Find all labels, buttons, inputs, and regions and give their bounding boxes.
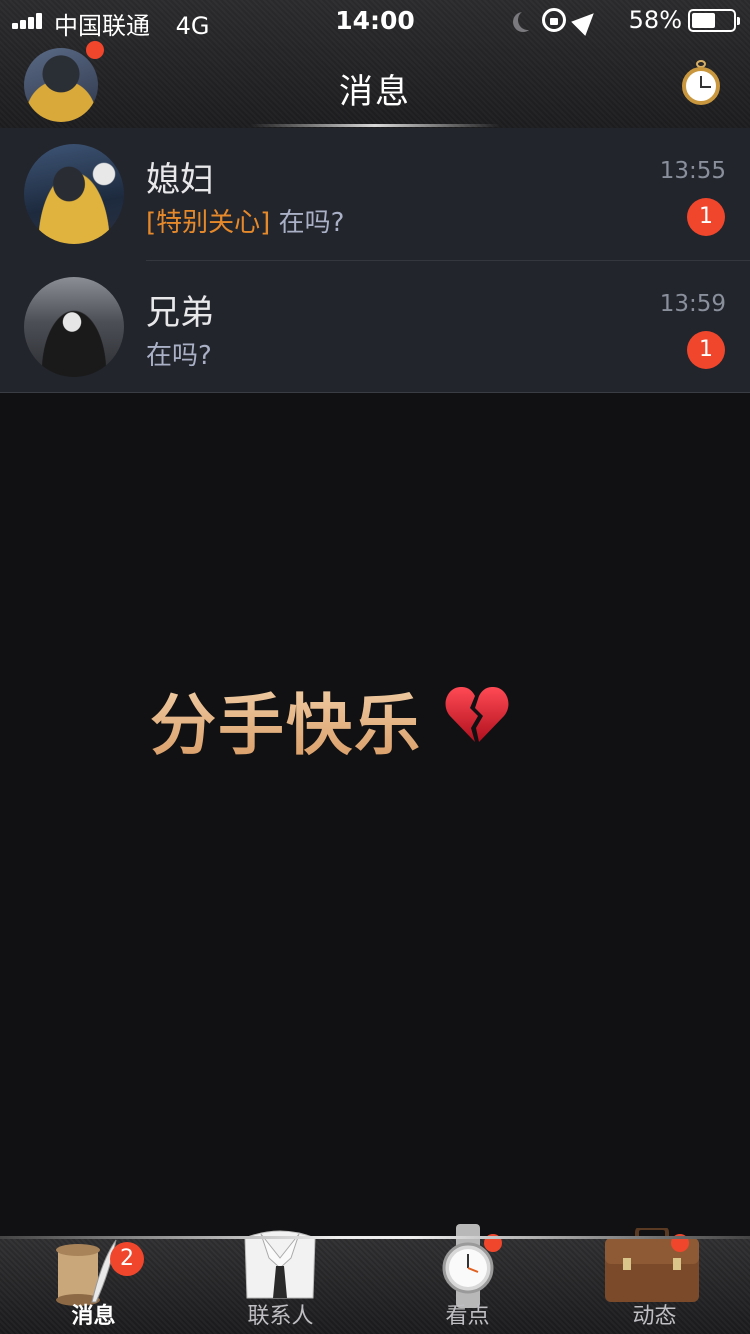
message-preview: 在吗? [146,335,212,372]
tab-label: 看点 [445,1304,490,1329]
moon-icon [518,10,538,30]
location-arrow-icon [571,6,601,36]
tab-label: 联系人 [247,1304,314,1329]
tab-label: 消息 [71,1304,116,1329]
rotation-lock-icon [542,8,566,32]
conversation-list: 媳妇 13:55 [特别关心] 在吗? 1 兄弟 13:59 在吗? 1 [0,128,750,393]
contact-avatar[interactable] [24,277,124,377]
contact-avatar[interactable] [24,144,124,244]
message-time: 13:59 [659,291,726,317]
tab-bar: 2 消息 联系人 看点 动态 [0,1224,750,1334]
unread-badge: 1 [687,198,725,236]
pocket-watch-icon[interactable] [682,60,720,105]
message-time: 13:55 [659,158,726,184]
preview-text: 在吗? [146,341,212,371]
message-preview: [特别关心] 在吗? [146,202,344,239]
shirt-tie-icon [244,1230,316,1299]
status-bar: 中国联通 4G 14:00 58% [0,0,750,40]
tab-messages[interactable]: 2 消息 [0,1236,187,1334]
center-text: 分手快乐 [150,672,422,768]
contact-name: 媳妇 [146,160,214,200]
contact-name: 兄弟 [146,293,214,333]
special-care-tag: [特别关心] [146,208,271,238]
tab-label: 动态 [632,1304,677,1329]
status-icons [510,6,601,36]
conversation-row[interactable]: 媳妇 13:55 [特别关心] 在吗? 1 [0,128,750,260]
tab-badge: 2 [110,1242,144,1276]
page-title: 消息 [339,72,411,112]
tab-contacts[interactable]: 联系人 [187,1230,374,1334]
broken-heart-icon [445,686,509,742]
preview-text: 在吗? [278,208,345,238]
header-divider [250,124,500,127]
battery-percent: 58% [628,6,682,34]
avatar-notification-dot [86,41,104,59]
tabbar-divider [0,1236,750,1239]
tab-moments[interactable]: 动态 [561,1228,748,1334]
top-bar: 中国联通 4G 14:00 58% 消息 [0,0,750,128]
battery-icon [688,9,740,32]
tab-discover[interactable]: 看点 [374,1224,561,1334]
conversation-row[interactable]: 兄弟 13:59 在吗? 1 [24,260,750,392]
unread-badge: 1 [687,331,725,369]
